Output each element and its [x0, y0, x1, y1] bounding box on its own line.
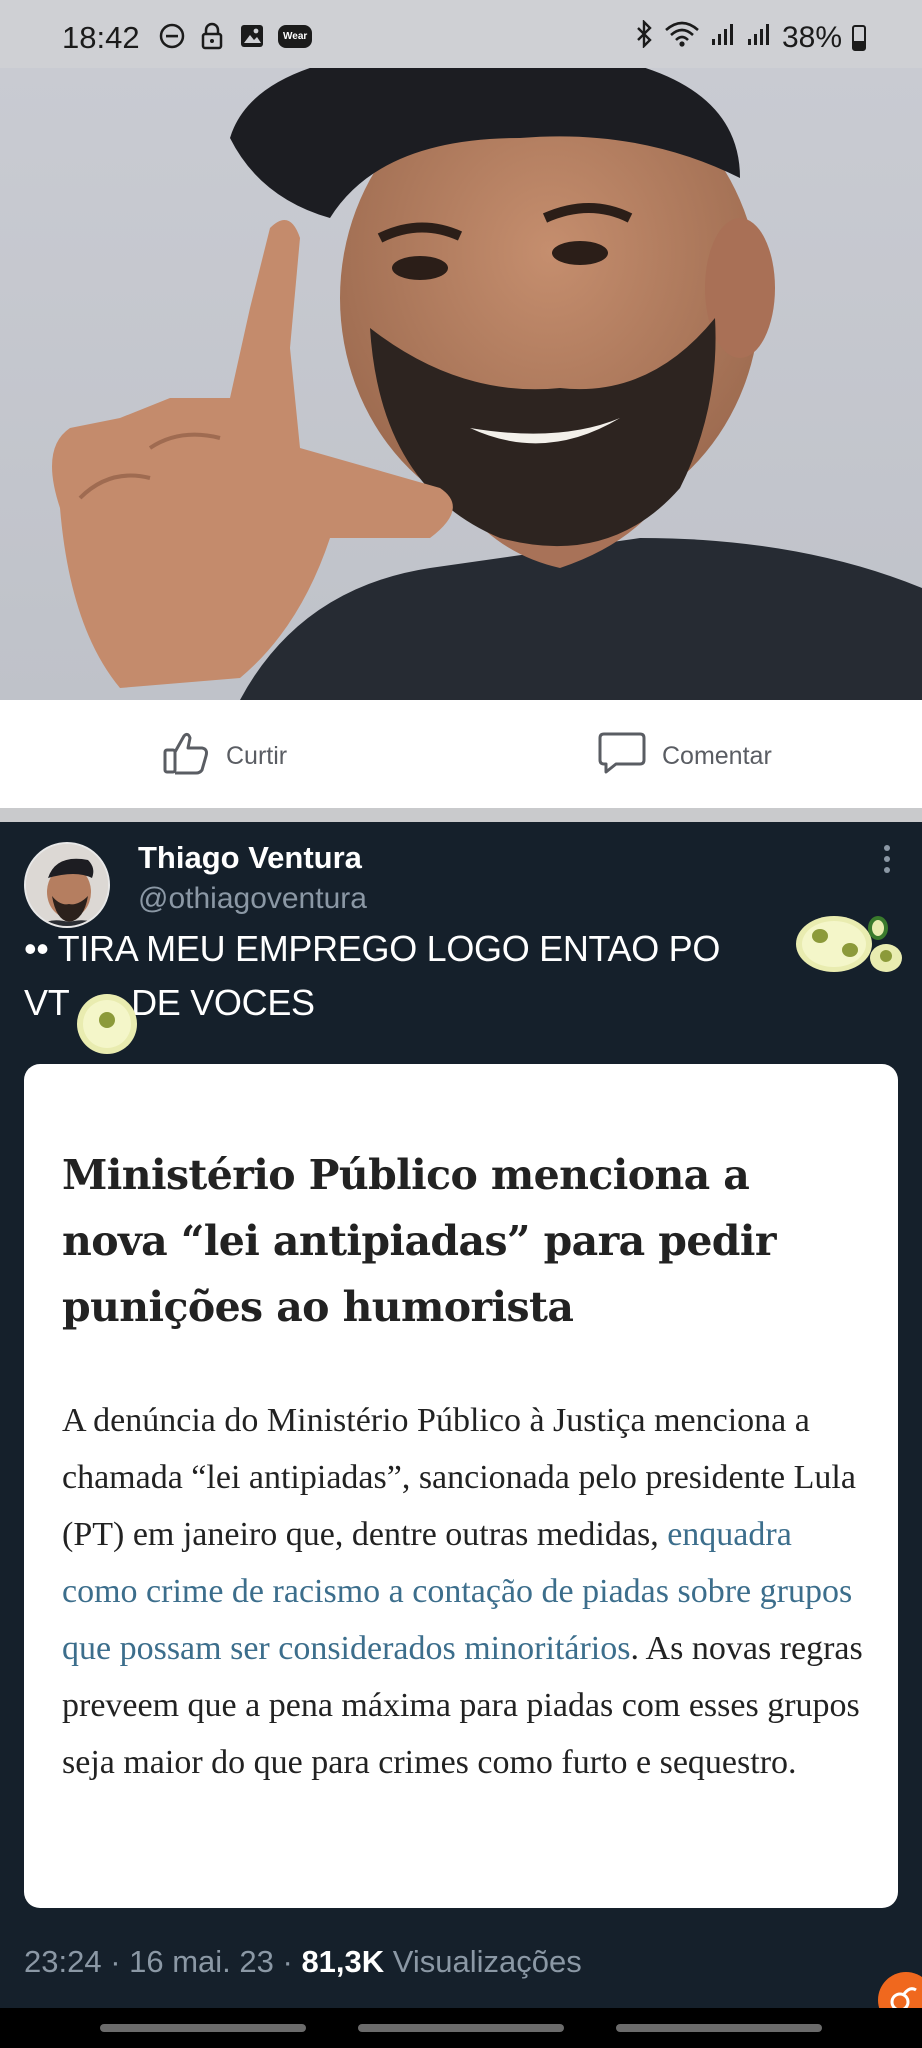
comment-bubble-icon [598, 730, 646, 783]
nav-back-button[interactable] [616, 2024, 822, 2032]
nav-recent-button[interactable] [100, 2024, 306, 2032]
like-label: Curtir [226, 742, 288, 770]
system-navigation-bar [0, 2008, 922, 2048]
comment-button[interactable]: Comentar [598, 730, 772, 783]
news-headline: Ministério Público menciona a nova “lei … [62, 1151, 776, 1331]
battery-icon [852, 25, 866, 51]
gallery-icon [238, 22, 266, 50]
comment-label: Comentar [662, 742, 772, 770]
tweet-text-line: •• TIRA MEU EMPREGO LOGO ENTAO PO [24, 928, 721, 969]
avatar[interactable] [24, 842, 110, 928]
signal-icon [710, 21, 736, 55]
signal-icon [746, 21, 772, 55]
section-divider [0, 808, 922, 822]
avocado-emoji-icon [77, 994, 137, 1054]
views-count: 81,3K [301, 1944, 385, 1979]
status-icons-right: 38% [634, 19, 866, 56]
status-bar: 18:42 Wear 38% [0, 0, 922, 68]
status-icons-left: Wear [158, 22, 313, 50]
tweet-meta: 23:24 · 16 mai. 23 · 81,3K Visualizações [24, 1944, 582, 1980]
tweet-timestamp: 23:24 · 16 mai. 23 · [24, 1944, 302, 1979]
facebook-action-bar: Curtir Comentar [0, 700, 922, 808]
lock-icon [198, 22, 226, 50]
wifi-icon [664, 20, 700, 56]
like-button[interactable]: Curtir [162, 730, 287, 783]
quoted-news-card[interactable]: Ministério Público menciona a nova “lei … [24, 1064, 898, 1908]
wear-icon: Wear [278, 24, 313, 48]
avocado-emoji-icon [796, 916, 902, 972]
tweet-author-handle[interactable]: @othiagoventura [138, 882, 367, 916]
more-options-icon[interactable] [882, 844, 892, 874]
bluetooth-icon [634, 19, 654, 56]
status-time: 18:42 [62, 20, 140, 55]
battery-percent: 38% [781, 21, 842, 54]
do-not-disturb-icon [158, 22, 186, 50]
post-photo[interactable] [0, 68, 922, 700]
tweet-author-name[interactable]: Thiago Ventura [138, 840, 362, 876]
views-label: Visualizações [384, 1944, 582, 1979]
thumbs-up-icon [162, 730, 210, 783]
news-body: A denúncia do Ministério Público à Justi… [62, 1402, 863, 1781]
nav-home-button[interactable] [358, 2024, 564, 2032]
tweet-screenshot: Thiago Ventura @othiagoventura •• TIRA M… [0, 822, 922, 2048]
